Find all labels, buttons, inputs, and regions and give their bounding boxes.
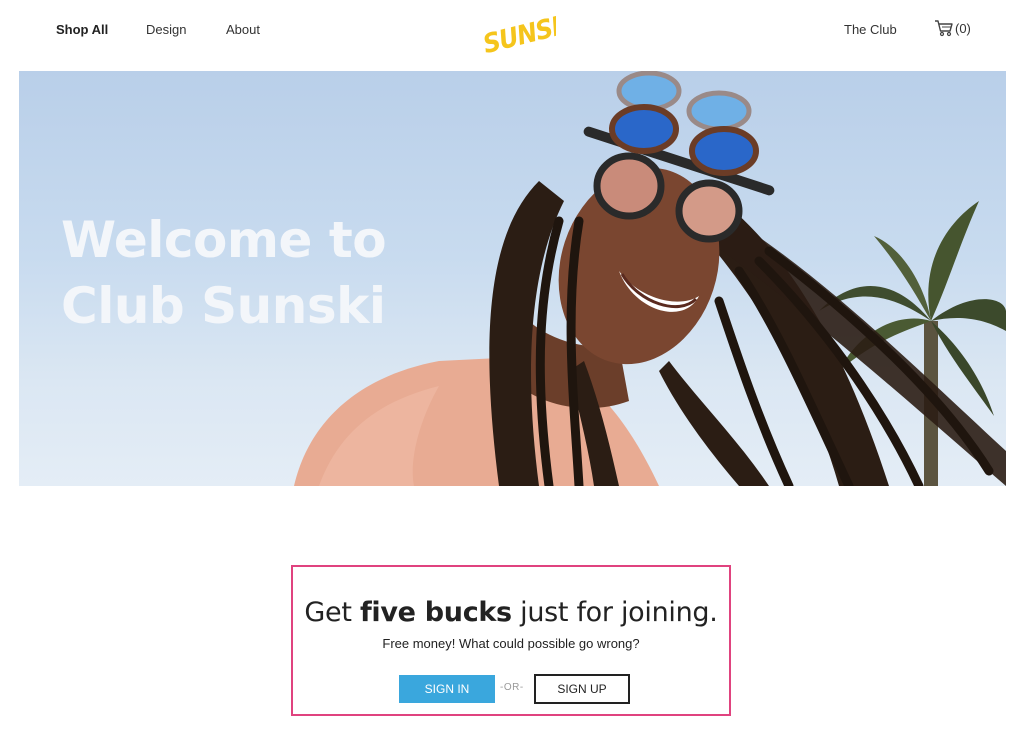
promo-subtext: Free money! What could possible go wrong… xyxy=(382,636,640,651)
hero-title-line2: Club Sunski xyxy=(61,277,386,335)
join-promo-box: Get five bucks just for joining. Free mo… xyxy=(291,565,731,716)
top-nav: Shop All Design About SUNSKI The Club (0… xyxy=(0,0,1024,62)
promo-headline: Get five bucks just for joining. xyxy=(293,597,729,628)
sunski-logo-graphic: SUNSKI xyxy=(480,7,581,60)
hero-title: Welcome to Club Sunski xyxy=(61,207,481,339)
sunski-logo[interactable]: SUNSKI xyxy=(474,6,581,60)
nav-the-club[interactable]: The Club xyxy=(844,22,897,37)
or-divider: -OR- xyxy=(500,682,524,693)
promo-headline-bold: five bucks xyxy=(359,597,512,628)
promo-headline-post: just for joining. xyxy=(511,597,718,628)
cart-link[interactable]: (0) xyxy=(934,19,971,37)
cart-count: (0) xyxy=(955,20,971,36)
nav-shop-all[interactable]: Shop All xyxy=(56,22,108,37)
sign-up-button[interactable]: SIGN UP xyxy=(534,674,630,704)
hero-title-line1: Welcome to xyxy=(61,211,387,269)
nav-about[interactable]: About xyxy=(226,22,260,37)
cart-icon xyxy=(935,20,953,37)
hero-banner: Welcome to Club Sunski xyxy=(19,71,1006,486)
svg-text:SUNSKI: SUNSKI xyxy=(480,7,556,54)
nav-design[interactable]: Design xyxy=(146,22,186,37)
sign-in-button[interactable]: SIGN IN xyxy=(399,675,495,703)
promo-headline-pre: Get xyxy=(304,597,360,628)
